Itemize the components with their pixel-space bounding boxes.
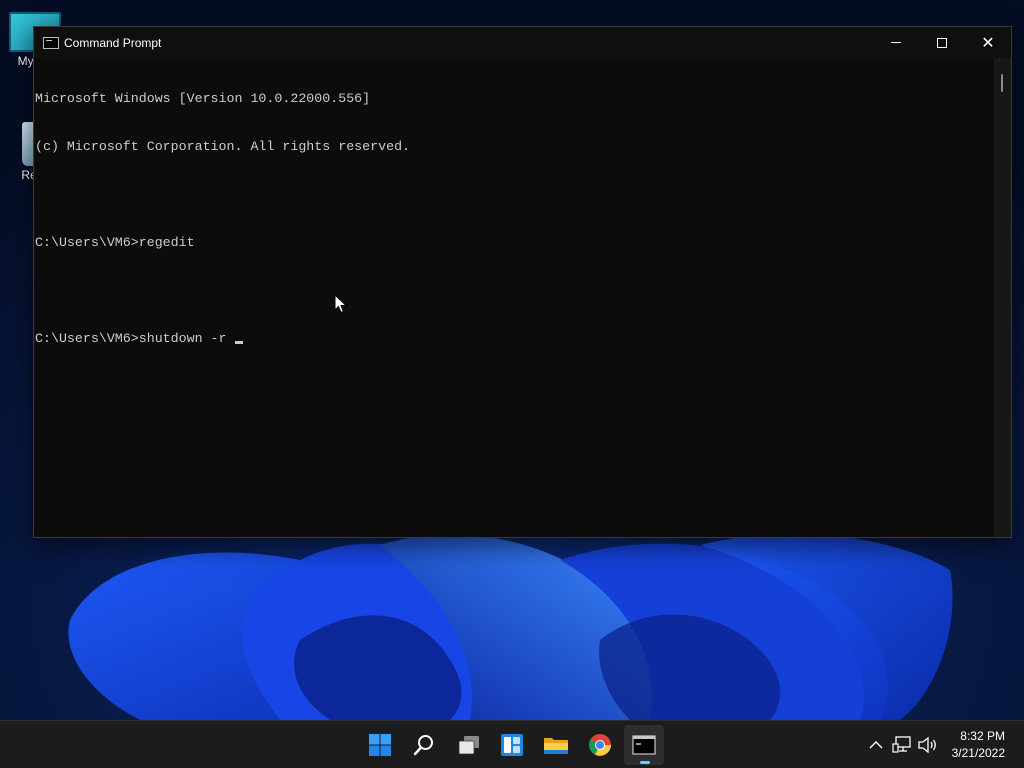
task-view-button[interactable] (449, 725, 489, 765)
file-explorer-button[interactable] (536, 725, 576, 765)
widgets-icon (501, 734, 523, 756)
windows-logo-icon (369, 734, 391, 756)
console-line: (c) Microsoft Corporation. All rights re… (35, 139, 411, 154)
clock-time: 8:32 PM (960, 729, 1005, 743)
chrome-icon (589, 734, 611, 756)
minimize-button[interactable] (873, 27, 919, 58)
minimize-icon (891, 42, 901, 43)
active-app-indicator (640, 761, 650, 764)
taskbar: 8:32 PM 3/21/2022 (0, 720, 1024, 768)
mouse-pointer-icon (334, 294, 348, 314)
chevron-up-icon (869, 741, 883, 749)
volume-icon (917, 736, 936, 754)
network-icon (892, 736, 911, 753)
folder-icon (544, 738, 568, 754)
maximize-icon (937, 37, 947, 48)
command-prompt-taskbar-button[interactable] (624, 725, 664, 765)
console-line: C:\Users\VM6>regedit (35, 235, 195, 250)
console-current-command[interactable]: C:\Users\VM6>shutdown -r (35, 331, 227, 346)
console-line: Microsoft Windows [Version 10.0.22000.55… (35, 91, 371, 106)
console-icon (43, 36, 59, 49)
taskbar-clock[interactable]: 8:32 PM 3/21/2022 (952, 728, 1005, 762)
chrome-button[interactable] (580, 725, 620, 765)
close-button[interactable]: ✕ (965, 27, 1011, 58)
start-button[interactable] (360, 725, 400, 765)
network-button[interactable] (890, 733, 914, 757)
clock-date: 3/21/2022 (951, 746, 1005, 760)
close-icon: ✕ (981, 32, 995, 52)
search-icon (413, 735, 433, 756)
vertical-scrollbar[interactable] (994, 58, 1011, 537)
window-titlebar[interactable]: Command Prompt ✕ (34, 27, 1011, 58)
window-title: Command Prompt (64, 35, 162, 50)
command-prompt-window[interactable]: Command Prompt ✕ Microsoft Windows [Vers… (33, 26, 1012, 538)
task-view-icon (458, 736, 479, 755)
volume-button[interactable] (916, 733, 940, 757)
scrollbar-thumb[interactable] (1001, 74, 1003, 92)
console-output[interactable]: Microsoft Windows [Version 10.0.22000.55… (34, 58, 995, 537)
system-tray: 8:32 PM 3/21/2022 (862, 721, 1024, 768)
console-input-line[interactable]: C:\Users\VM6>shutdown -r (35, 331, 995, 347)
widgets-button[interactable] (492, 725, 532, 765)
terminal-icon (632, 735, 656, 755)
maximize-button[interactable] (919, 27, 965, 58)
search-button[interactable] (404, 725, 444, 765)
show-hidden-icons-button[interactable] (864, 733, 888, 757)
text-cursor (234, 341, 243, 344)
